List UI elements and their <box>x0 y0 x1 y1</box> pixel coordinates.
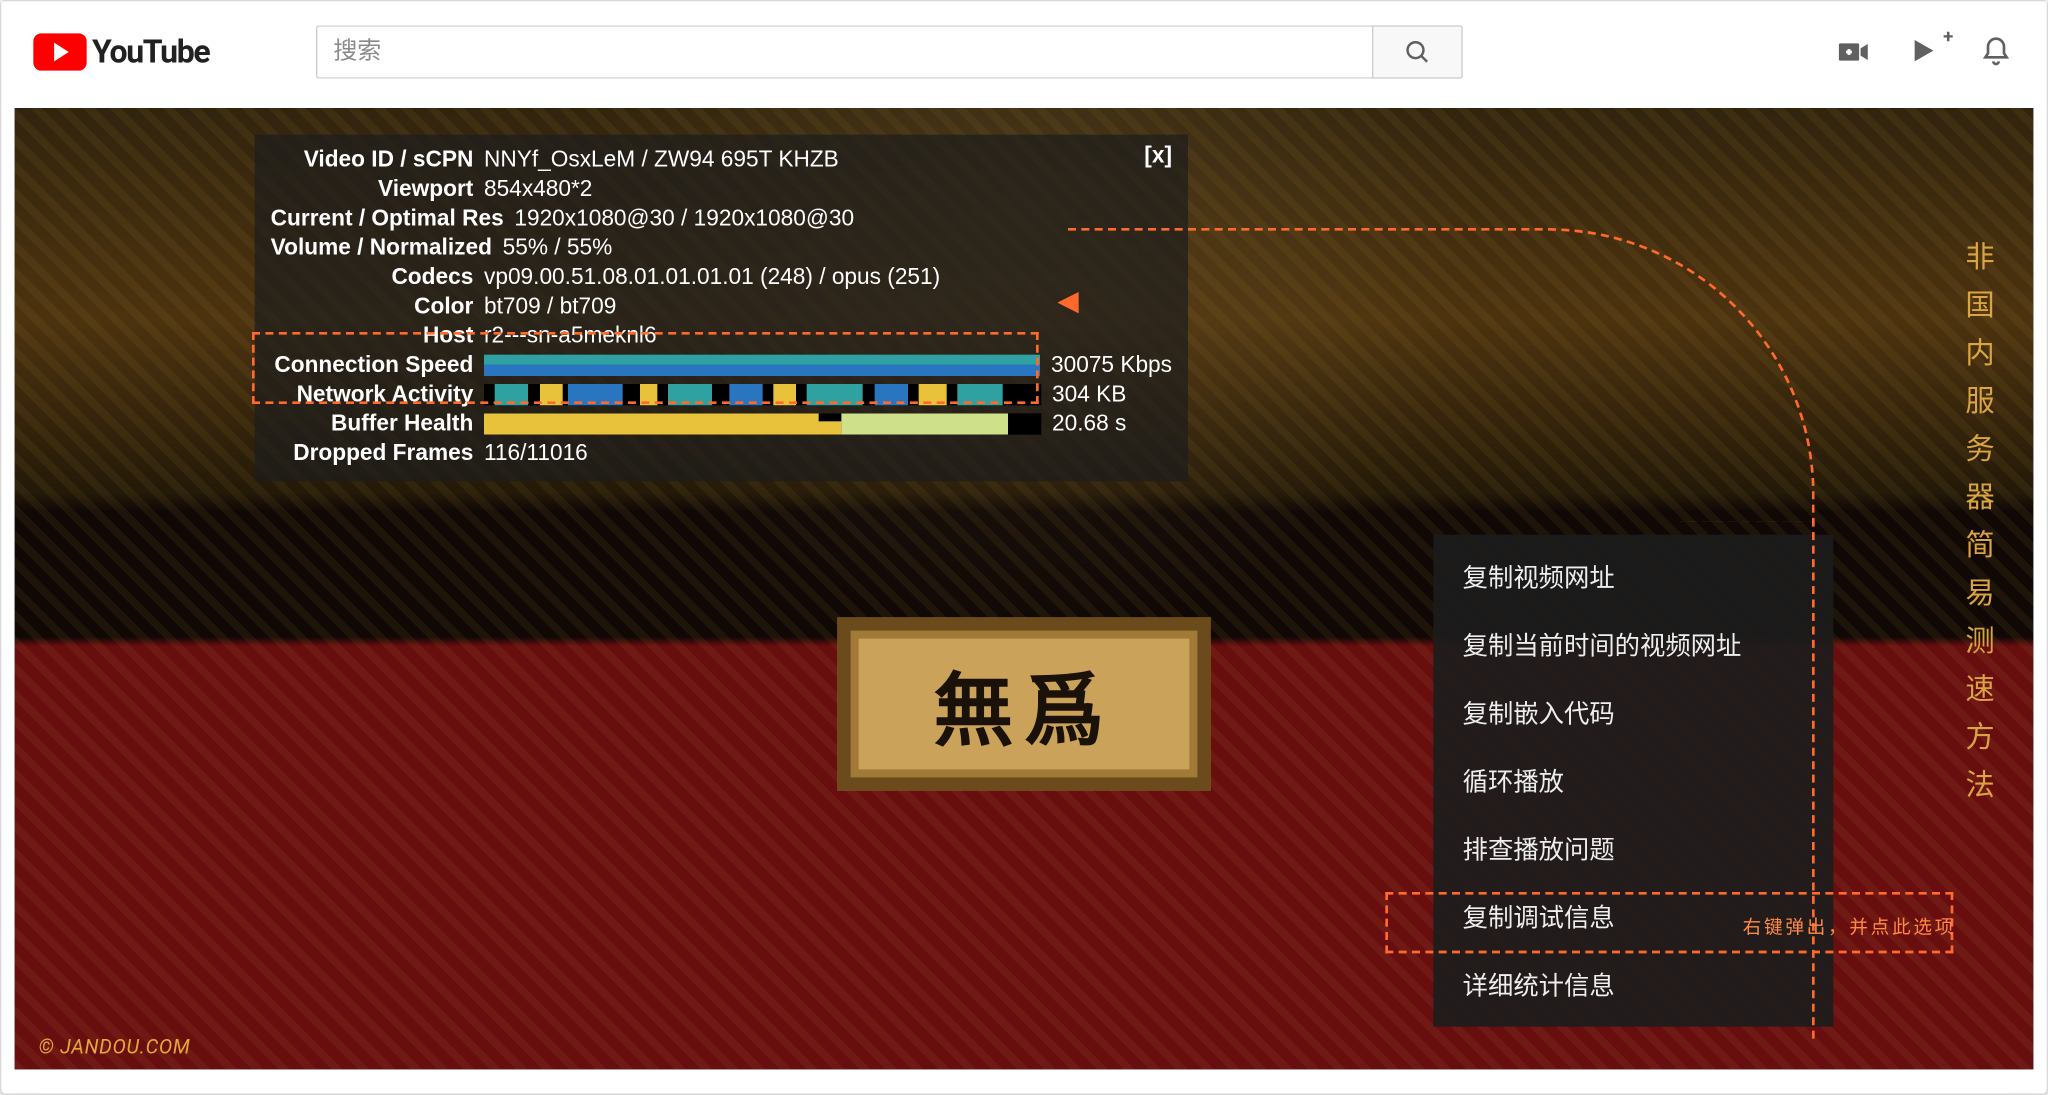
youtube-play-icon <box>33 33 86 70</box>
stats-graph-reading: 304 KB <box>1041 380 1172 409</box>
context-menu-item[interactable]: 复制视频网址 <box>1433 543 1833 611</box>
stats-graph <box>484 355 1040 376</box>
stats-row-label: Connection Speed <box>271 351 484 380</box>
stats-row-label: Video ID / sCPN <box>271 145 484 174</box>
notifications-button[interactable] <box>1980 34 2015 69</box>
context-menu-item[interactable]: 循环播放 <box>1433 747 1833 815</box>
brand-word: YouTube <box>92 33 209 70</box>
stats-row-label: Network Activity <box>271 380 484 409</box>
context-menu-item[interactable]: 详细统计信息 <box>1433 951 1833 1019</box>
stats-graph-reading: 20.68 s <box>1041 409 1172 438</box>
stats-row-label: Codecs <box>271 263 484 292</box>
search-bar <box>316 25 1463 78</box>
apps-button[interactable]: + <box>1908 34 1943 69</box>
stats-row-label: Color <box>271 292 484 321</box>
stats-row-value: NNYf_OsxLeM / ZW94 695T KHZB <box>484 145 1172 174</box>
stats-row-label: Buffer Health <box>271 409 484 438</box>
stats-row-value: 1920x1080@30 / 1920x1080@30 <box>514 204 1172 233</box>
create-video-button[interactable] <box>1836 34 1871 69</box>
stats-row-value: vp09.00.51.08.01.01.01.01 (248) / opus (… <box>484 263 1172 292</box>
stats-row-value: r2---sn-a5meknl6 <box>484 321 1172 350</box>
search-icon <box>1403 37 1432 66</box>
stats-row-label: Host <box>271 321 484 350</box>
stats-row-label: Viewport <box>271 175 484 204</box>
stats-row-value: bt709 / bt709 <box>484 292 1172 321</box>
plus-badge-icon: + <box>1943 26 1953 47</box>
stats-row-label: Dropped Frames <box>271 439 484 468</box>
stats-row-label: Volume / Normalized <box>271 233 503 262</box>
stats-graph-reading: 30075 Kbps <box>1040 351 1172 380</box>
stats-row-value: 55% / 55% <box>503 233 1172 262</box>
context-menu-item[interactable]: 复制嵌入代码 <box>1433 679 1833 747</box>
plaque-calligraphy: 無爲 <box>837 618 1210 791</box>
youtube-logo[interactable]: YouTube <box>33 33 209 70</box>
stats-graph <box>484 384 1041 405</box>
video-camera-icon <box>1836 34 1871 69</box>
header-action-icons: + <box>1836 34 2015 69</box>
context-menu-item[interactable]: 复制当前时间的视频网址 <box>1433 611 1833 679</box>
stats-row-label: Current / Optimal Res <box>271 204 515 233</box>
search-input[interactable] <box>316 25 1372 78</box>
app-header: YouTube + <box>1 1 2046 101</box>
video-context-menu: 复制视频网址复制当前时间的视频网址复制嵌入代码循环播放排查播放问题复制调试信息详… <box>1433 535 1833 1027</box>
context-menu-item[interactable]: 复制调试信息 <box>1433 883 1833 951</box>
video-player[interactable]: 無爲 [x] Video ID / sCPNNNYf_OsxLeM / ZW94… <box>15 108 2034 1069</box>
search-button[interactable] <box>1372 25 1463 78</box>
stats-for-nerds-panel: [x] Video ID / sCPNNNYf_OsxLeM / ZW94 69… <box>255 135 1188 482</box>
context-menu-item[interactable]: 排查播放问题 <box>1433 815 1833 883</box>
play-triangle-icon <box>1908 34 1940 66</box>
stats-row-value: 854x480*2 <box>484 175 1172 204</box>
stats-row-value: 116/11016 <box>484 439 1172 468</box>
bell-icon <box>1980 34 2012 66</box>
stats-close-button[interactable]: [x] <box>1144 143 1172 170</box>
stats-graph <box>484 413 1041 434</box>
